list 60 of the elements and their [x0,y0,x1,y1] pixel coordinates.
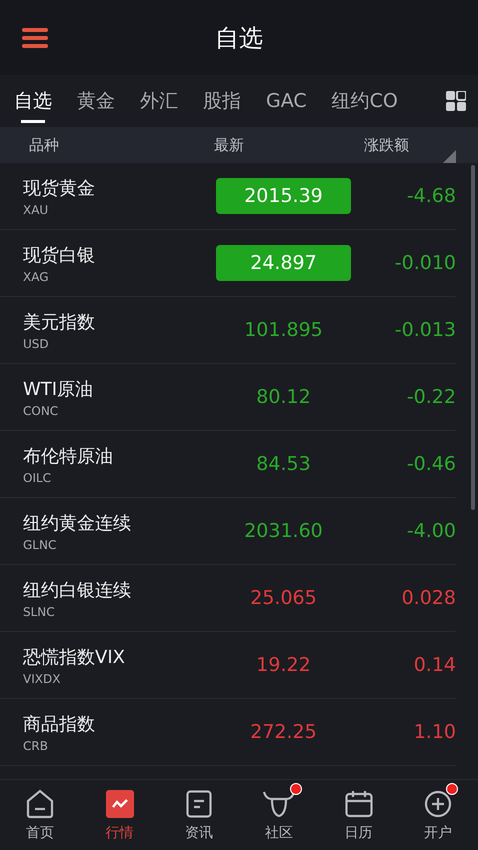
price: 25.065 [249,586,318,611]
instrument-code: CRB [23,738,49,752]
instrument-name: 恐慌指数VIX [23,646,126,668]
change-value: -0.013 [394,319,456,341]
document-icon [186,788,212,818]
change-value: -4.68 [406,185,456,207]
price-badge: 24.897 [216,245,351,281]
instrument-name: 现货白银 [23,244,96,266]
price: 84.53 [255,452,312,477]
change-value: 0.14 [412,654,456,676]
home-icon [26,788,54,818]
nav-item[interactable]: 行情 [80,780,160,850]
instrument-code: GLNC [23,538,58,552]
grid-icon[interactable] [446,91,466,111]
scrollbar[interactable] [471,165,475,510]
nav-item[interactable]: 首页 [0,780,80,850]
nav-item[interactable]: 日历 [318,780,398,850]
change-value: 1.10 [412,721,456,743]
instrument-name: 商品指数 [23,712,96,736]
instrument-name: WTI原油 [23,378,94,400]
change-value: -0.46 [406,453,456,475]
instrument-code: OILC [23,470,52,484]
instrument-code: SLNC [23,604,56,618]
tab[interactable]: GAC [266,75,307,127]
instrument-name: 纽约黄金连续 [23,512,132,534]
tab[interactable]: 股指 [203,75,241,127]
calendar-icon [344,788,373,818]
column-header: 最新 [214,136,245,154]
change-value: -4.00 [406,520,456,542]
menu-icon[interactable] [22,27,48,49]
chart-icon [106,788,134,818]
instrument-code: USD [23,336,50,350]
column-header: 品种 [29,136,60,154]
instrument-name: 布伦特原油 [23,444,114,468]
tab[interactable]: 自选 [14,75,52,127]
instrument-code: CONC [23,404,60,418]
instrument-name: 美元指数 [23,310,96,334]
price: 80.12 [255,385,312,410]
nav-item[interactable]: 开户 [398,780,478,850]
price: 2031.60 [243,519,324,544]
price: 19.22 [255,653,312,678]
instrument-name: 现货黄金 [23,176,96,200]
tab[interactable]: 黄金 [77,75,115,127]
instrument-code: XAU [23,202,50,216]
page-title: 自选 [215,22,263,54]
price: 101.895 [243,318,324,343]
instrument-code: VIXDX [23,672,62,686]
price-badge: 2015.39 [216,178,351,214]
tab[interactable]: 纽约CO [332,75,398,127]
column-header: 涨跌额 [364,136,410,154]
nav-item[interactable]: 资讯 [159,780,240,850]
corner-triangle-icon [443,150,456,163]
change-value: -0.010 [394,252,456,274]
tab[interactable]: 外汇 [140,75,178,127]
change-value: -0.22 [406,386,456,408]
change-value: 0.028 [400,587,456,609]
instrument-code: XAG [23,270,50,284]
instrument-name: 纽约白银连续 [23,578,132,602]
nav-item[interactable]: 社区 [239,780,319,850]
price: 272.25 [249,720,318,745]
